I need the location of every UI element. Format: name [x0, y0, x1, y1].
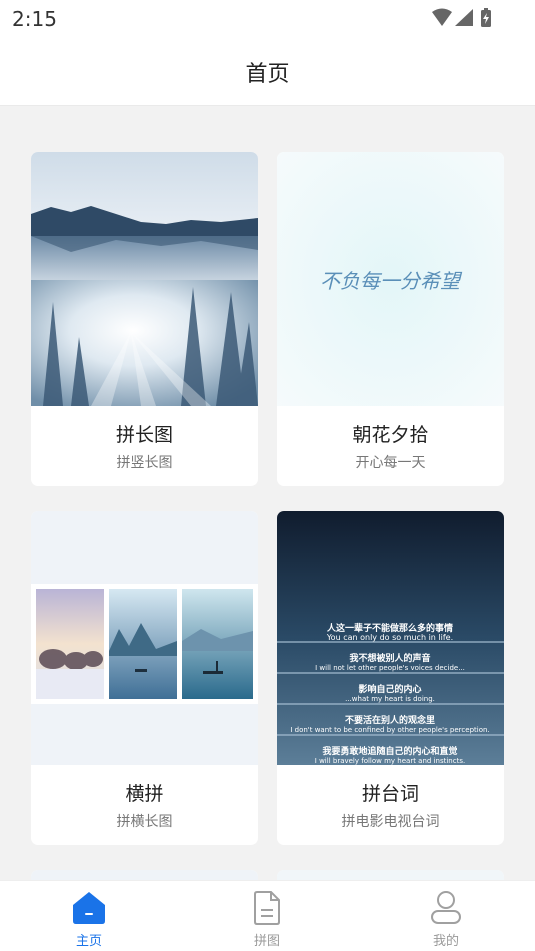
dialogue-line-en: I don't want to be confined by other peo…	[290, 726, 489, 734]
card-partial-thumbnail	[277, 870, 504, 880]
dialogue-line-zh: 影响自己的内心	[358, 683, 421, 695]
card-title: 横拼	[125, 783, 164, 805]
dialogue-line-en: I will not let other people's voices dec…	[315, 664, 465, 672]
document-icon	[252, 891, 282, 929]
tab-home[interactable]: 主页	[0, 881, 178, 951]
card-subtitle: 拼电影电视台词	[341, 814, 440, 830]
signal-icon	[455, 9, 473, 26]
home-icon	[71, 891, 107, 929]
dialogue-line-en: ...what my heart is doing.	[345, 695, 435, 703]
dialogue-line-en: You can only do so much in life.	[326, 633, 453, 642]
tab-profile[interactable]: 我的	[357, 881, 535, 951]
card-grid[interactable]: 拼长图 拼竖长图 不负每一分希望 朝花夕拾 开心每一天 横拼 拼横长图 人这一辈…	[0, 107, 535, 880]
card-subtitle: 拼横长图	[116, 814, 173, 830]
card-memories-thumbnail: 不负每一分希望	[277, 152, 504, 406]
card-long-image-thumbnail	[31, 152, 258, 406]
dialogue-line-zh: 我要勇敢地追随自己的内心和直觉	[322, 745, 457, 757]
bottom-tab-bar: 主页 拼图 我的	[0, 880, 535, 951]
tab-collage[interactable]: 拼图	[178, 881, 356, 951]
card-dialogue-thumbnail: 人这一辈子不能做那么多的事情 You can only do so much i…	[277, 511, 504, 765]
card-dialogue[interactable]: 人这一辈子不能做那么多的事情 You can only do so much i…	[277, 511, 504, 845]
system-icons	[431, 8, 497, 30]
card-partial-left[interactable]	[31, 870, 258, 880]
card-image-text: 不负每一分希望	[320, 269, 463, 293]
page-title: 首页	[245, 62, 290, 87]
card-long-image[interactable]: 拼长图 拼竖长图	[31, 152, 258, 486]
card-title: 拼台词	[361, 783, 419, 805]
tab-label: 主页	[75, 934, 102, 949]
card-partial-thumbnail	[31, 870, 258, 880]
dialogue-line-zh: 不要活在别人的观念里	[345, 714, 435, 726]
card-memories[interactable]: 不负每一分希望 朝花夕拾 开心每一天	[277, 152, 504, 486]
card-subtitle: 开心每一天	[355, 455, 426, 471]
dialogue-line-zh: 我不想被别人的声音	[349, 652, 430, 664]
card-title: 朝花夕拾	[352, 424, 429, 446]
card-horizontal-thumbnail	[31, 511, 258, 765]
status-time: 2:15	[12, 7, 57, 31]
user-icon	[430, 891, 462, 929]
card-partial-right[interactable]	[277, 870, 504, 880]
dialogue-line-en: I will bravely follow my heart and insti…	[315, 757, 465, 765]
tab-label: 拼图	[253, 934, 280, 949]
tab-label: 我的	[432, 934, 459, 949]
card-title: 拼长图	[115, 424, 173, 446]
wifi-icon	[432, 8, 452, 26]
top-app-bar: 首页	[0, 38, 535, 106]
status-bar: 2:15	[0, 0, 535, 38]
card-horizontal[interactable]: 横拼 拼横长图	[31, 511, 258, 845]
card-subtitle: 拼竖长图	[116, 455, 173, 471]
battery-icon	[481, 8, 491, 27]
